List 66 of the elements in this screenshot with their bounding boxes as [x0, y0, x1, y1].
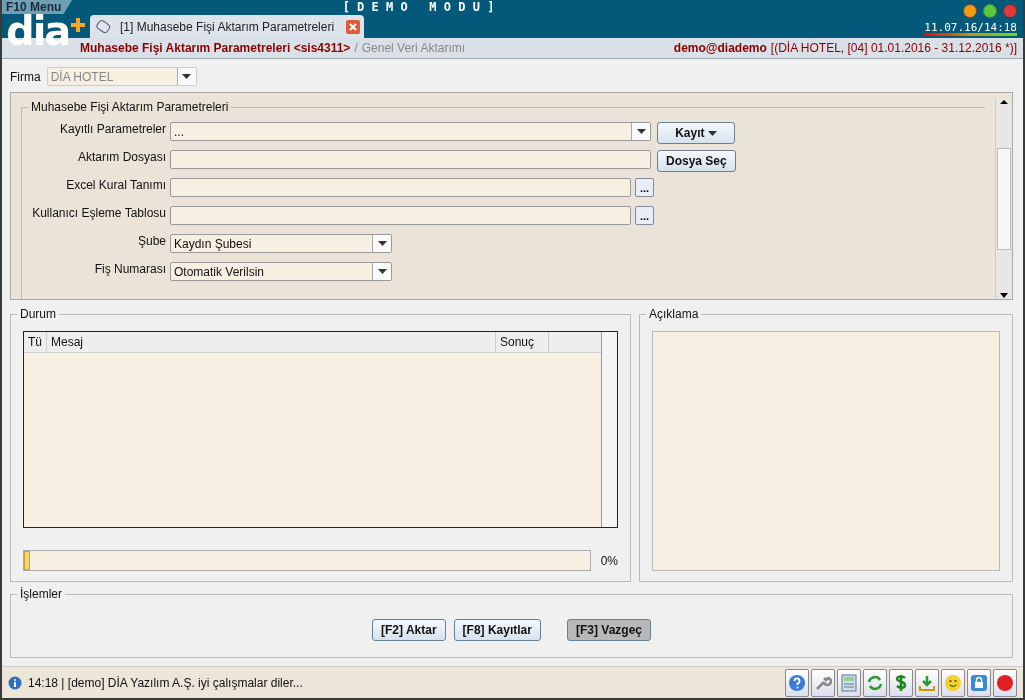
field-label: Excel Kural Tanımı [65, 178, 166, 193]
close-icon[interactable] [346, 19, 361, 34]
help-icon [788, 673, 806, 692]
page-title: Muhasebe Fişi Aktarım Parametreleri <sis4311> [80, 41, 351, 56]
column-header[interactable]: Sonuç [496, 332, 549, 353]
field-label: Kayıtlı Parametreler [58, 122, 166, 137]
save-dropdown-button[interactable]: Kayıt [657, 122, 735, 145]
action-button[interactable]: [F2] Aktar [372, 619, 446, 642]
toolbar-button[interactable] [915, 668, 939, 697]
info-icon [8, 675, 22, 690]
calculator-icon [841, 673, 857, 692]
status-message: 14:18 | [demo] DİA Yazılım A.Ş. iyi çalışmalar diler... [28, 675, 303, 690]
dropdown-field[interactable]: Otomatik Verilsin [170, 262, 392, 282]
toolbar-button[interactable] [941, 668, 965, 697]
group-title: Muhasebe Fişi Aktarım Parametreleri [28, 100, 232, 115]
refresh-icon [866, 673, 884, 692]
scrollbar[interactable] [601, 332, 617, 528]
input-field[interactable] [170, 178, 631, 198]
browse-button[interactable]: Dosya Seç [657, 150, 736, 173]
ellipsis-button[interactable]: ... [635, 178, 654, 198]
caret-icon [636, 128, 646, 135]
group-title: İşlemler [17, 587, 65, 602]
toolbar-button[interactable] [889, 668, 913, 697]
maximize-light-icon[interactable] [983, 4, 997, 18]
field-label: Şube [136, 234, 166, 249]
toolbar-button[interactable] [785, 668, 809, 697]
group-title: Açıklama [646, 307, 702, 322]
stop-icon [996, 673, 1014, 692]
plus-icon[interactable] [70, 17, 86, 33]
toolbar-button[interactable] [967, 668, 991, 697]
company-period: [(DİA HOTEL, [04] 01.01.2016 - 31.12.2016 *)] [770, 41, 1017, 56]
download-icon [918, 673, 936, 692]
breadcrumb-separator: / [354, 41, 358, 56]
close-light-icon[interactable] [1003, 4, 1017, 18]
column-header[interactable]: Tü [24, 332, 47, 353]
minimize-light-icon[interactable] [963, 4, 977, 18]
toolbar-button[interactable] [811, 668, 835, 697]
dropdown-field[interactable]: ... [170, 122, 651, 142]
toolbar-button[interactable] [993, 668, 1017, 697]
demo-mode-label: [ D E M O M O D U ] [341, 0, 496, 15]
ellipsis-button[interactable]: ... [635, 206, 654, 226]
lock-icon [970, 673, 988, 692]
smiley-icon [944, 673, 962, 692]
firma-label: Firma [10, 69, 41, 84]
toolbar-button[interactable] [837, 668, 861, 697]
progress-reading: 0% [600, 553, 618, 568]
caret-icon [707, 131, 717, 138]
caret-icon [182, 73, 192, 80]
dollar-icon [894, 672, 908, 693]
caret-icon [377, 268, 387, 275]
user-name: demo@diademo [673, 41, 767, 56]
caret-icon [377, 240, 387, 247]
toolbar-button[interactable] [863, 668, 887, 697]
tab[interactable]: [1] Muhasebe Fişi Aktarım Parametreleri [90, 15, 365, 38]
scroll-up-icon[interactable] [1000, 99, 1008, 106]
scrollbar[interactable] [995, 99, 1012, 300]
action-button[interactable]: [F8] Kayıtlar [453, 619, 541, 642]
dropdown-field[interactable]: Kaydın Şubesi [170, 234, 392, 254]
input-field[interactable] [170, 206, 631, 226]
column-header[interactable]: Mesaj [47, 332, 496, 353]
field-label: Kullanıcı Eşleme Tablosu [31, 206, 166, 221]
field-label: Aktarım Dosyası [76, 150, 166, 165]
scroll-down-icon[interactable] [1000, 293, 1008, 300]
input-field[interactable] [170, 150, 651, 170]
field-label: Fiş Numarası [93, 262, 166, 277]
action-button[interactable]: [F3] Vazgeç [566, 619, 651, 642]
